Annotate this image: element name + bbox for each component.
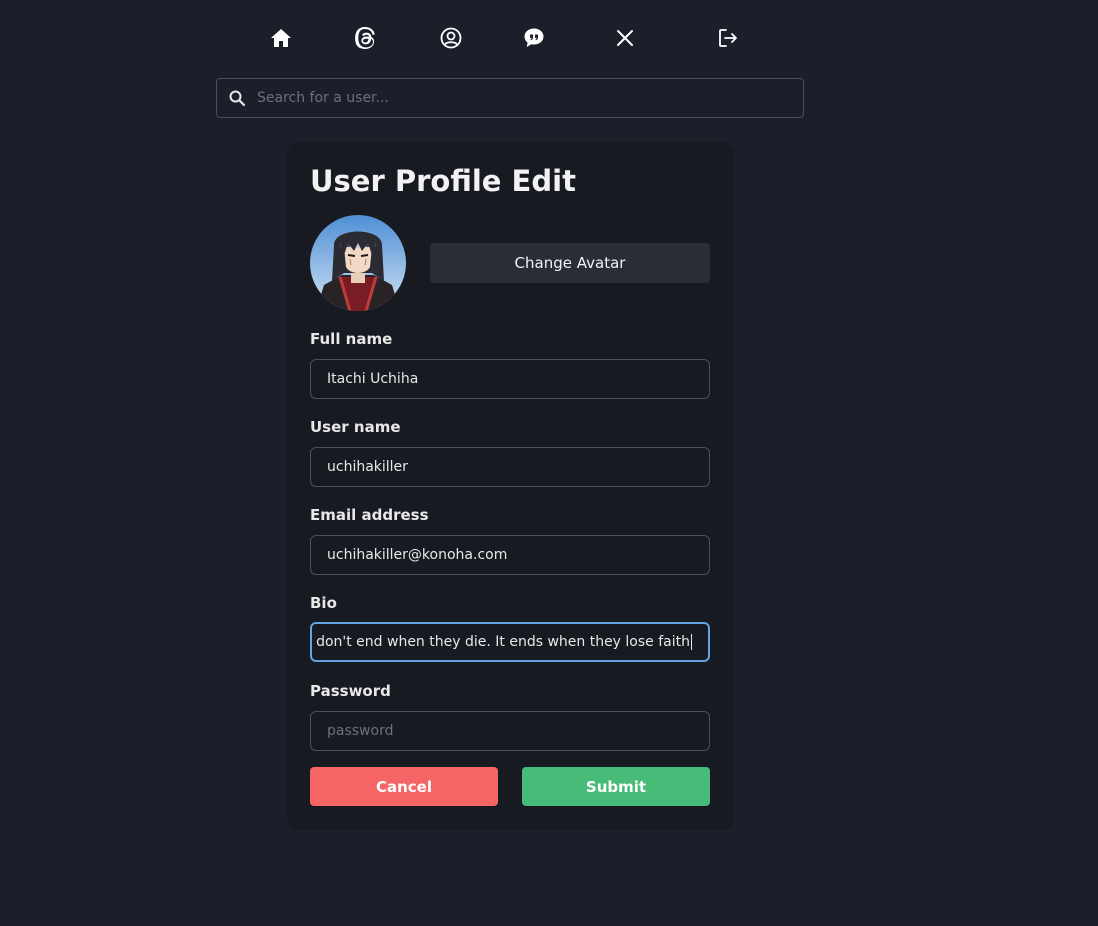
email-field[interactable] xyxy=(310,535,710,575)
avatar xyxy=(310,215,406,311)
profile-icon xyxy=(440,27,462,49)
nav-threads[interactable] xyxy=(346,18,386,58)
submit-button[interactable]: Submit xyxy=(522,767,710,806)
nav-profile[interactable] xyxy=(431,18,471,58)
full-name-field[interactable] xyxy=(310,359,710,399)
logout-icon xyxy=(719,29,737,47)
threads-icon xyxy=(355,27,375,49)
chat-icon xyxy=(524,28,544,47)
password-label: Password xyxy=(310,682,391,700)
search-input[interactable] xyxy=(257,79,787,117)
x-icon xyxy=(617,30,633,46)
email-label: Email address xyxy=(310,506,429,524)
search-icon xyxy=(229,90,245,106)
nav-x[interactable] xyxy=(605,18,645,58)
bio-field-text: don't end when they die. It ends when th… xyxy=(316,624,692,660)
search-bar xyxy=(216,78,804,118)
nav-chat[interactable] xyxy=(514,18,554,58)
change-avatar-button[interactable]: Change Avatar xyxy=(430,243,710,283)
home-icon xyxy=(271,29,291,47)
nav-home[interactable] xyxy=(261,18,301,58)
password-field[interactable] xyxy=(310,711,710,751)
page-title: User Profile Edit xyxy=(310,164,576,198)
full-name-label: Full name xyxy=(310,330,393,348)
bio-label: Bio xyxy=(310,594,337,612)
profile-edit-card: User Profile Edit Change Avatar Full nam… xyxy=(287,142,734,830)
user-name-label: User name xyxy=(310,418,401,436)
cancel-button[interactable]: Cancel xyxy=(310,767,498,806)
top-nav xyxy=(0,18,1098,58)
user-name-field[interactable] xyxy=(310,447,710,487)
avatar-image xyxy=(310,215,406,311)
nav-logout[interactable] xyxy=(708,18,748,58)
bio-field[interactable]: don't end when they die. It ends when th… xyxy=(310,622,710,662)
